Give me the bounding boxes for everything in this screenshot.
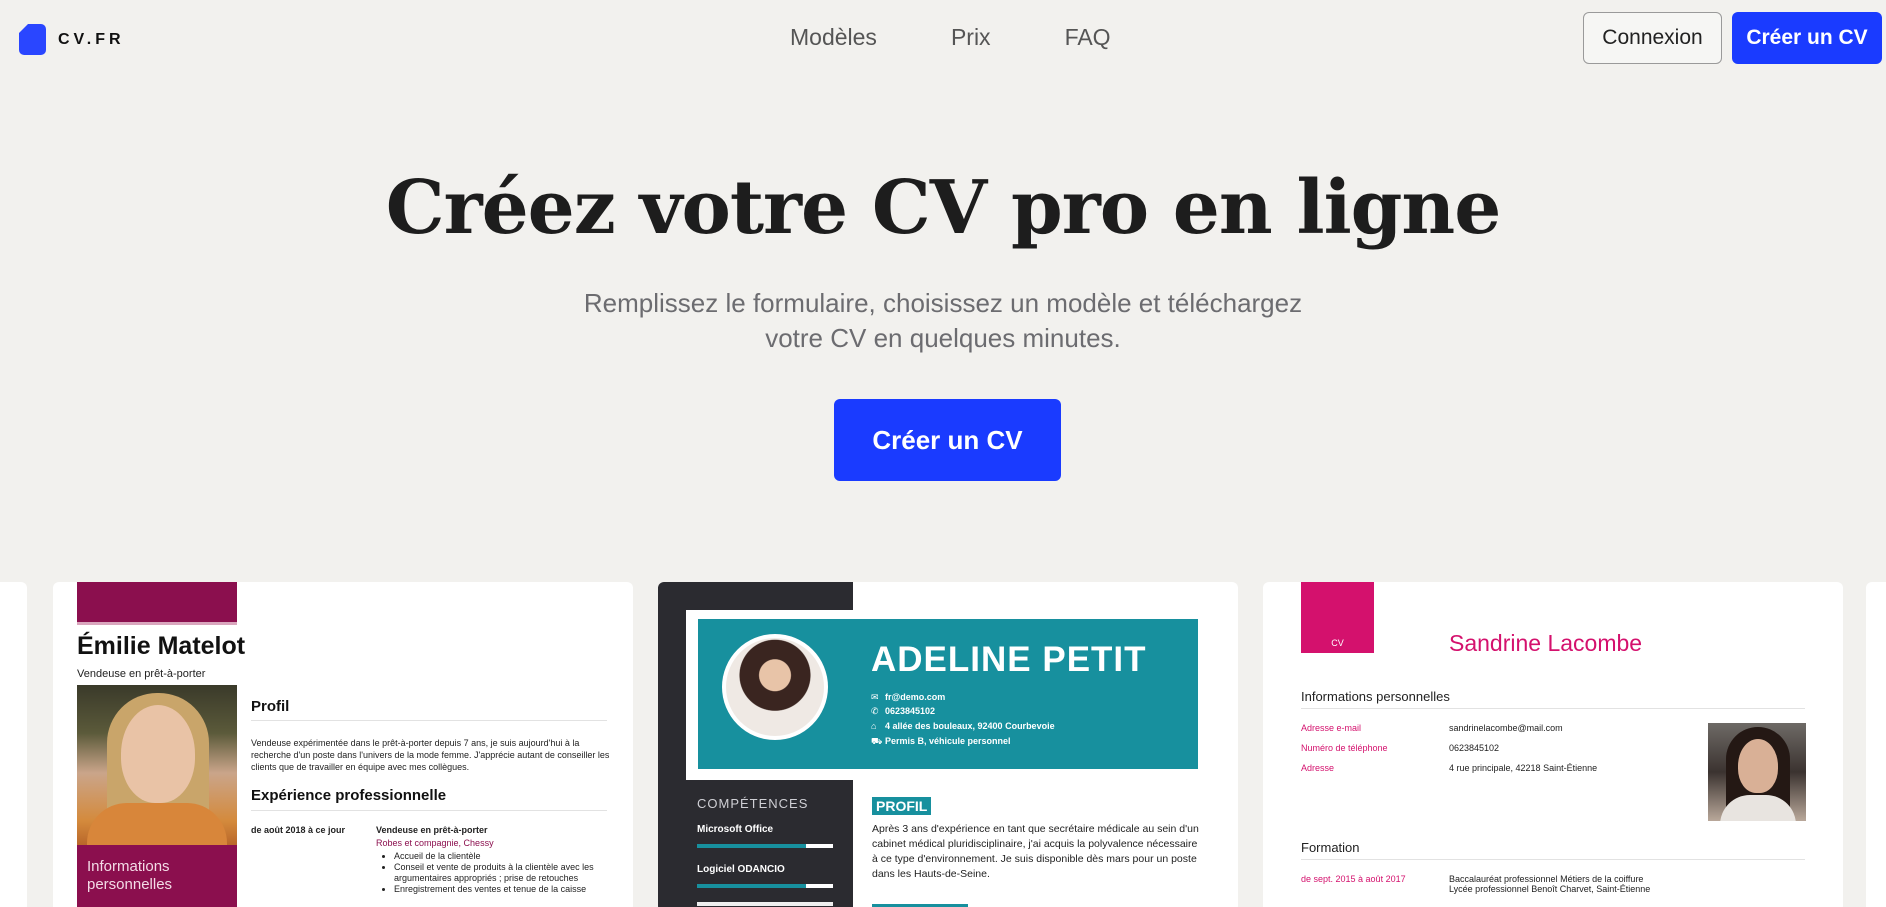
profile-heading: Profil [251, 698, 290, 715]
skill-placeholder [697, 902, 833, 906]
phone-icon: ✆ [871, 706, 879, 716]
cv-name: Sandrine Lacombe [1449, 630, 1643, 656]
cv-name: Émilie Matelot [77, 632, 246, 660]
divider [1301, 859, 1805, 860]
template-card-adeline[interactable]: ADELINE PETIT ✉ fr@demo.com ✆ 0623845102 ⌂… [658, 582, 1238, 907]
field-label: Numéro de téléphone [1301, 743, 1388, 753]
site-header: CV.FR Modèles Prix FAQ Connexion Créer u… [0, 0, 1886, 78]
job-tasks: Accueil de la clientèle Conseil et vente… [394, 851, 614, 895]
info-heading: Informations personnelles [1301, 689, 1450, 704]
cv-photo [726, 638, 824, 736]
skill-name: Microsoft Office [697, 824, 774, 835]
envelope-icon: ✉ [871, 692, 879, 702]
job-company: Robes et compagnie, Chessy [376, 838, 494, 848]
skill-bar [697, 844, 833, 848]
education-school: Lycée professionnel Benoît Charvet, Sain… [1449, 884, 1651, 894]
field-value: sandrinelacombe@mail.com [1449, 723, 1563, 733]
job-title: Vendeuse en prêt-à-porter [376, 825, 488, 835]
divider [1301, 708, 1805, 709]
field-value: 4 rue principale, 42218 Saint-Étienne [1449, 763, 1598, 773]
nav-item-models[interactable]: Modèles [790, 24, 877, 51]
home-icon: ⌂ [871, 721, 877, 731]
experience-heading: Expérience professionnelle [251, 787, 447, 804]
divider [251, 810, 607, 811]
skill-name: Logiciel ODANCIO [697, 864, 785, 875]
job-date: de août 2018 à ce jour [251, 825, 346, 835]
nav-item-faq[interactable]: FAQ [1065, 24, 1111, 51]
hero-subtitle-line-1: Remplissez le formulaire, choisissez un … [583, 288, 1303, 318]
cv-photo [1708, 723, 1806, 821]
profile-text: Après 3 ans d'expérience en tant que sec… [872, 823, 1199, 880]
hero-subtitle: Remplissez le formulaire, choisissez un … [543, 286, 1343, 356]
create-cv-header-button[interactable]: Créer un CV [1732, 12, 1882, 64]
logo-text: CV.FR [58, 30, 125, 48]
main-nav: Modèles Prix FAQ [790, 24, 1185, 51]
field-label: Adresse [1301, 763, 1335, 773]
divider [251, 720, 607, 721]
login-button[interactable]: Connexion [1583, 12, 1722, 64]
contact-address: ⌂ 4 allée des bouleaux, 92400 Courbevoie [871, 721, 1055, 731]
hero-subtitle-line-2: votre CV en quelques minutes. [765, 323, 1121, 353]
create-cv-hero-button[interactable]: Créer un CV [834, 399, 1061, 481]
header-band-accent [77, 622, 237, 625]
list-item: Accueil de la clientèle [394, 851, 614, 862]
skill-bar [697, 884, 833, 888]
field-value: 0623845102 [1449, 743, 1500, 753]
contact-email: ✉ fr@demo.com [871, 692, 946, 702]
field-label: Adresse e-mail [1301, 723, 1362, 733]
template-card-partial-right[interactable] [1866, 582, 1886, 907]
profile-heading: PROFIL [872, 797, 932, 815]
education-heading: Formation [1301, 840, 1360, 855]
cv-name: ADELINE PETIT [871, 640, 1147, 679]
list-item: Conseil et vente de produits à la client… [394, 862, 614, 884]
education-degree: Baccalauréat professionnel Métiers de la… [1449, 874, 1644, 884]
template-card-sandrine[interactable]: CV Sandrine Lacombe Informations personn… [1263, 582, 1843, 907]
logo[interactable]: CV.FR [19, 24, 125, 55]
cv-photo [77, 685, 237, 845]
contact-license: ⛟ Permis B, véhicule personnel [871, 736, 1011, 746]
sidebar-heading: Informations personnelles [87, 858, 173, 893]
header-band [77, 582, 237, 622]
education-date: de sept. 2015 à août 2017 [1301, 874, 1406, 884]
contact-phone: ✆ 0623845102 [871, 706, 936, 716]
skills-heading: COMPÉTENCES [697, 796, 809, 811]
template-card-partial-left[interactable] [0, 582, 27, 907]
hero-title: Créez votre CV pro en ligne [385, 165, 1502, 251]
car-icon: ⛟ [871, 736, 883, 746]
template-card-emilie[interactable]: Émilie Matelot Vendeuse en prêt-à-porter… [53, 582, 633, 907]
list-item: Enregistrement des ventes et tenue de la… [394, 884, 614, 895]
logo-icon [19, 24, 46, 55]
profile-text: Vendeuse expérimentée dans le prêt-à-por… [251, 738, 610, 772]
cv-role: Vendeuse en prêt-à-porter [77, 668, 206, 680]
badge-text: CV [1331, 638, 1344, 648]
nav-item-pricing[interactable]: Prix [951, 24, 991, 51]
